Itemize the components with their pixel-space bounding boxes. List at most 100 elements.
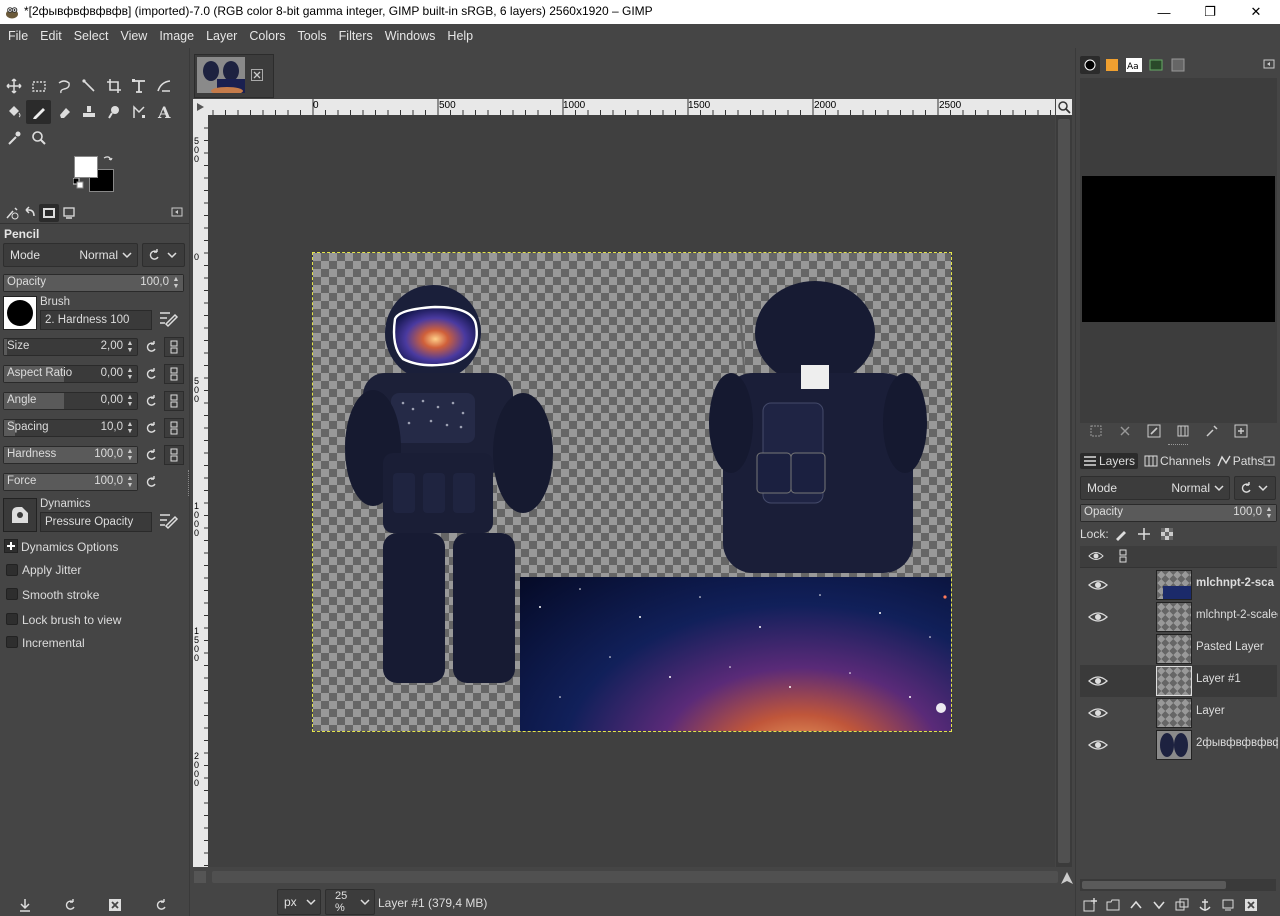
warp-transform-tool-icon[interactable] bbox=[151, 74, 176, 98]
image-tab[interactable] bbox=[194, 54, 274, 98]
brush-open-icon[interactable] bbox=[1234, 424, 1248, 438]
layer-mode-combo[interactable]: Mode Normal bbox=[1080, 476, 1230, 500]
close-tab-icon[interactable] bbox=[251, 69, 263, 81]
dock-menu-icon[interactable] bbox=[1263, 455, 1275, 467]
patterns-tab-icon[interactable] bbox=[1102, 56, 1122, 74]
layer-opacity-slider[interactable]: Opacity 100,0 ▲ ▼ bbox=[1080, 504, 1277, 522]
minimize-button[interactable]: — bbox=[1141, 0, 1187, 24]
reset-spacing-icon[interactable] bbox=[141, 418, 161, 438]
eraser-tool-icon[interactable] bbox=[51, 100, 76, 124]
layer-row[interactable]: mlchnpt-2-sca bbox=[1080, 569, 1277, 601]
paint-mode-combo[interactable]: Mode Normal bbox=[3, 243, 138, 267]
brush-name-field[interactable]: 2. Hardness 100 bbox=[40, 310, 152, 330]
pencil-tool-icon[interactable] bbox=[26, 100, 51, 124]
spin-arrows-icon[interactable]: ▲ ▼ bbox=[125, 367, 135, 381]
tab-paths[interactable]: Paths bbox=[1217, 454, 1263, 468]
opacity-slider[interactable]: Opacity 100,0 ▲ ▼ bbox=[3, 274, 184, 292]
vertical-scrollbar[interactable] bbox=[1056, 115, 1072, 867]
vertical-scrollbar-thumb[interactable] bbox=[1058, 119, 1070, 863]
menu-edit[interactable]: Edit bbox=[34, 25, 68, 47]
lower-layer-icon[interactable] bbox=[1152, 898, 1166, 912]
color-picker-tool-icon[interactable] bbox=[1, 126, 26, 150]
spin-arrows-icon[interactable]: ▲ ▼ bbox=[171, 276, 181, 290]
dock-menu-icon[interactable] bbox=[171, 206, 183, 218]
dynamics-options-label[interactable]: Dynamics Options bbox=[21, 540, 118, 554]
spacing-slider[interactable]: Spacing 10,0 ▲ ▼ bbox=[3, 419, 138, 437]
zoom-combo[interactable]: 25 % bbox=[325, 889, 375, 915]
restore-options-icon[interactable] bbox=[63, 898, 77, 912]
spin-arrows-icon[interactable]: ▲ ▼ bbox=[125, 421, 135, 435]
layer-visibility-eye-icon[interactable] bbox=[1088, 577, 1108, 593]
lock-brush-checkbox[interactable] bbox=[6, 613, 18, 625]
navigate-icon[interactable] bbox=[1060, 871, 1074, 885]
foreground-color-swatch[interactable] bbox=[74, 156, 98, 178]
size-slider[interactable]: Size 2,00 ▲ ▼ bbox=[3, 338, 138, 356]
images-tab-icon[interactable] bbox=[39, 204, 59, 222]
reset-mode-combo[interactable] bbox=[142, 243, 185, 267]
text-tool-icon[interactable]: A bbox=[151, 100, 176, 124]
expand-dynamics-options-icon[interactable] bbox=[4, 539, 18, 553]
reset-size-icon[interactable] bbox=[141, 337, 161, 357]
force-slider[interactable]: Force 100,0 ▲ ▼ bbox=[3, 473, 138, 491]
layer-row[interactable]: 2фывфвфвфвфв bbox=[1080, 729, 1278, 761]
brush-edit-icon[interactable] bbox=[1147, 424, 1161, 438]
image-canvas[interactable] bbox=[312, 252, 952, 732]
brushes-tab-icon[interactable] bbox=[1080, 56, 1100, 74]
dynamics-name-field[interactable]: Pressure Opacity bbox=[40, 512, 152, 532]
aspect-ratio-slider[interactable]: Aspect Ratio 0,00 ▲ ▼ bbox=[3, 365, 138, 383]
layer-visibility-eye-icon[interactable] bbox=[1088, 737, 1108, 753]
layer-row[interactable]: Layer bbox=[1080, 697, 1277, 729]
edit-dynamics-icon[interactable] bbox=[158, 511, 180, 531]
swap-colors-icon[interactable] bbox=[102, 154, 114, 166]
layer-visibility-eye-icon[interactable] bbox=[1088, 609, 1108, 625]
brush-duplicate-icon[interactable] bbox=[1176, 424, 1190, 438]
layer-mode-reset-combo[interactable] bbox=[1234, 476, 1276, 500]
angle-slider[interactable]: Angle 0,00 ▲ ▼ bbox=[3, 392, 138, 410]
smudge-tool-icon[interactable] bbox=[101, 100, 126, 124]
menu-windows[interactable]: Windows bbox=[379, 25, 442, 47]
apply-jitter-checkbox[interactable] bbox=[6, 564, 18, 576]
ruler-corner[interactable] bbox=[193, 99, 208, 115]
brush-preview[interactable] bbox=[3, 296, 37, 330]
tab-channels[interactable]: Channels bbox=[1144, 454, 1211, 468]
pane-grip[interactable] bbox=[1168, 444, 1188, 447]
menu-image[interactable]: Image bbox=[153, 25, 200, 47]
menu-layer[interactable]: Layer bbox=[200, 25, 243, 47]
link-aspect-icon[interactable] bbox=[164, 364, 184, 384]
paths-tool-icon[interactable] bbox=[126, 100, 151, 124]
bucket-fill-tool-icon[interactable] bbox=[1, 100, 26, 124]
new-layer-icon[interactable] bbox=[1083, 898, 1097, 912]
layer-row[interactable]: Pasted Layer bbox=[1080, 633, 1277, 665]
menu-tools[interactable]: Tools bbox=[291, 25, 332, 47]
delete-layer-icon[interactable] bbox=[1244, 898, 1258, 912]
device-status-tab-icon[interactable] bbox=[59, 204, 79, 222]
layer-row-selected[interactable]: Layer #1 bbox=[1080, 665, 1277, 697]
spin-arrows-icon[interactable]: ▲ ▼ bbox=[1264, 506, 1274, 520]
raise-layer-icon[interactable] bbox=[1129, 898, 1143, 912]
delete-options-icon[interactable] bbox=[108, 898, 122, 912]
save-options-icon[interactable] bbox=[18, 898, 32, 912]
crop-tool-icon[interactable] bbox=[101, 74, 126, 98]
menu-filters[interactable]: Filters bbox=[333, 25, 379, 47]
new-layer-group-icon[interactable] bbox=[1106, 898, 1120, 912]
layers-hscrollbar-thumb[interactable] bbox=[1082, 881, 1226, 889]
lock-position-icon[interactable] bbox=[1137, 527, 1151, 541]
brush-refresh-icon[interactable] bbox=[1205, 424, 1219, 438]
spin-arrows-icon[interactable]: ▲ ▼ bbox=[125, 340, 135, 354]
document-history-tab-icon[interactable] bbox=[1146, 56, 1166, 74]
unit-combo[interactable]: px bbox=[277, 889, 321, 915]
anchor-layer-icon[interactable] bbox=[1198, 898, 1212, 912]
menu-view[interactable]: View bbox=[114, 25, 153, 47]
tool-options-tab-icon[interactable] bbox=[2, 204, 22, 222]
lock-alpha-icon[interactable] bbox=[1160, 527, 1174, 541]
link-hardness-icon[interactable] bbox=[164, 445, 184, 465]
duplicate-layer-icon[interactable] bbox=[1175, 898, 1189, 912]
move-tool-icon[interactable] bbox=[1, 74, 26, 98]
dock-grip[interactable] bbox=[188, 470, 191, 496]
free-select-tool-icon[interactable] bbox=[51, 74, 76, 98]
link-angle-icon[interactable] bbox=[164, 391, 184, 411]
menu-help[interactable]: Help bbox=[441, 25, 479, 47]
menu-colors[interactable]: Colors bbox=[243, 25, 291, 47]
hardness-slider[interactable]: Hardness 100,0 ▲ ▼ bbox=[3, 446, 138, 464]
fonts-tab-icon[interactable]: Aa bbox=[1124, 56, 1144, 74]
